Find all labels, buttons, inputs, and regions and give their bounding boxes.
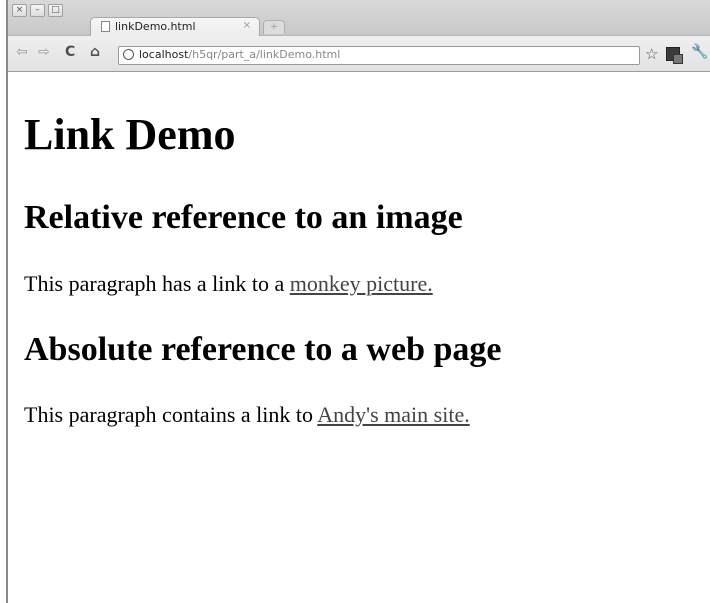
browser-window: × – □ linkDemo.html × + ⇦ ⇨ C ⌂ localhos… bbox=[6, 0, 710, 603]
tab-title: linkDemo.html bbox=[115, 20, 196, 33]
site-info-icon[interactable] bbox=[123, 49, 134, 60]
window-minimize-button[interactable]: – bbox=[30, 4, 45, 17]
bookmark-star-icon[interactable]: ☆ bbox=[645, 45, 658, 63]
home-icon[interactable]: ⌂ bbox=[90, 44, 100, 60]
paragraph-text: This paragraph contains a link to bbox=[24, 402, 318, 427]
back-icon[interactable]: ⇦ bbox=[16, 44, 28, 60]
new-tab-button[interactable]: + bbox=[263, 20, 285, 34]
paragraph-text: This paragraph has a link to a bbox=[24, 271, 290, 296]
andys-site-link[interactable]: Andy's main site. bbox=[317, 402, 469, 427]
url-host: localhost bbox=[139, 48, 189, 61]
forward-icon[interactable]: ⇨ bbox=[38, 44, 50, 60]
section-heading-absolute: Absolute reference to a web page bbox=[24, 331, 502, 368]
url-path: /h5qr/part_a/linkDemo.html bbox=[188, 48, 341, 61]
section-heading-relative: Relative reference to an image bbox=[24, 199, 463, 236]
tab-close-icon[interactable]: × bbox=[243, 20, 251, 31]
toolbar: ⇦ ⇨ C ⌂ localhost/h5qr/part_a/linkDemo.h… bbox=[8, 36, 710, 72]
paragraph-absolute: This paragraph contains a link to Andy's… bbox=[24, 402, 470, 428]
browser-tab[interactable]: linkDemo.html × bbox=[90, 17, 260, 36]
url-text: localhost/h5qr/part_a/linkDemo.html bbox=[139, 48, 340, 61]
wrench-icon[interactable]: 🔧 bbox=[691, 44, 708, 60]
paragraph-relative: This paragraph has a link to a monkey pi… bbox=[24, 271, 433, 297]
address-bar[interactable]: localhost/h5qr/part_a/linkDemo.html bbox=[118, 46, 640, 65]
window-maximize-button[interactable]: □ bbox=[48, 4, 63, 17]
window-controls: × – □ bbox=[12, 4, 63, 17]
title-bar: × – □ linkDemo.html × + bbox=[8, 0, 710, 36]
reload-icon[interactable]: C bbox=[65, 44, 75, 60]
window-close-button[interactable]: × bbox=[12, 4, 27, 17]
page-favicon-icon bbox=[101, 21, 110, 32]
page-action-icon[interactable] bbox=[666, 47, 683, 64]
page-title: Link Demo bbox=[24, 110, 236, 159]
monkey-picture-link[interactable]: monkey picture. bbox=[290, 271, 433, 296]
